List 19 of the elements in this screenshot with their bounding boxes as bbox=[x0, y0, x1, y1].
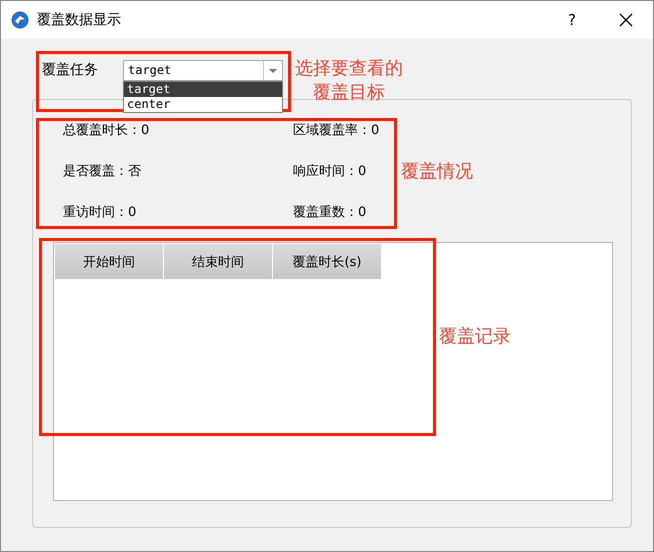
stat-text: 重访时间：0 bbox=[63, 204, 136, 220]
annotation-text: 覆盖记录 bbox=[439, 325, 511, 349]
stat-text: 响应时间：0 bbox=[293, 162, 366, 180]
stat-text: 区域覆盖率：0 bbox=[293, 122, 380, 138]
dropdown-option[interactable]: target bbox=[124, 82, 282, 97]
stat-text: 是否覆盖：否 bbox=[63, 162, 141, 180]
annotation-text: 覆盖情况 bbox=[401, 160, 473, 184]
app-icon bbox=[11, 11, 29, 29]
annotation-text: 选择要查看的 覆盖目标 bbox=[295, 57, 403, 105]
help-button[interactable]: ? bbox=[549, 1, 595, 39]
stat-text: 总覆盖时长：0 bbox=[63, 122, 150, 138]
task-dropdown[interactable]: target bbox=[123, 60, 283, 80]
close-icon bbox=[619, 13, 633, 27]
column-header[interactable]: 开始时间 bbox=[55, 244, 163, 279]
stat-text: 覆盖重数：0 bbox=[293, 204, 366, 220]
column-header[interactable]: 覆盖时长(s) bbox=[273, 244, 381, 279]
task-label: 覆盖任务 bbox=[42, 61, 99, 79]
window-title: 覆盖数据显示 bbox=[37, 11, 122, 29]
column-header[interactable]: 结束时间 bbox=[164, 244, 272, 279]
